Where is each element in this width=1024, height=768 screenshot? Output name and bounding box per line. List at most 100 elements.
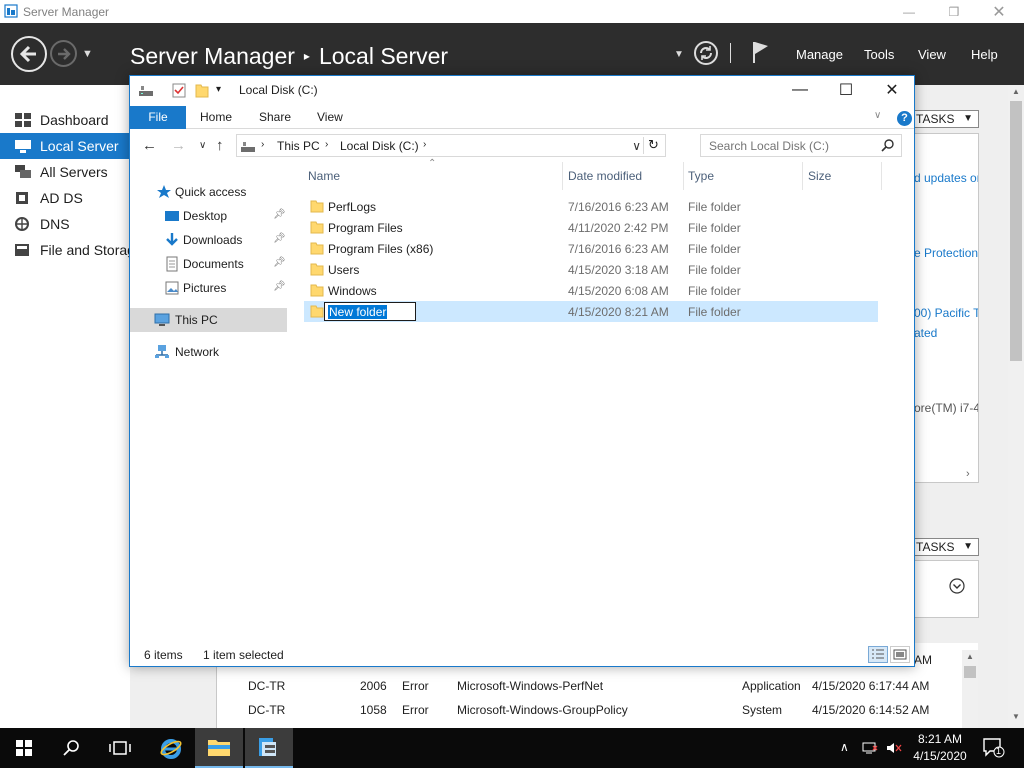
nav-item-local-server[interactable]: Local Server (0, 133, 130, 159)
tab-view[interactable]: View (303, 106, 357, 129)
table-row[interactable]: DC-TR 2006 Error Microsoft-Windows-PerfN… (217, 674, 957, 698)
nav-item-all-servers[interactable]: All Servers (0, 159, 130, 185)
tab-share[interactable]: Share (245, 106, 305, 129)
pin-icon[interactable]: 📌︎ (273, 209, 286, 220)
minimize-button[interactable]: — (886, 0, 932, 23)
rename-input[interactable]: New folder (324, 302, 416, 321)
address-segment-this-pc[interactable]: This PC (277, 139, 320, 153)
file-explorer-button[interactable] (195, 728, 243, 768)
large-icons-view-button[interactable] (890, 646, 910, 663)
tasks-dropdown-properties[interactable]: TASKS ▼ (913, 110, 979, 128)
menu-manage[interactable]: Manage (796, 47, 843, 62)
breadcrumb-root[interactable]: Server Manager (130, 43, 295, 69)
nav-pictures[interactable]: Pictures 📌︎ (130, 276, 287, 300)
breadcrumb-separator-icon[interactable]: › (261, 139, 264, 150)
tab-home[interactable]: Home (186, 106, 246, 129)
file-row-selected[interactable]: New folder 4/15/2020 8:21 AM File folder (304, 301, 878, 322)
column-header-type[interactable]: Type (684, 162, 803, 190)
property-value-protection[interactable]: e Protection: (914, 246, 978, 260)
property-value-activation[interactable]: ated (914, 326, 978, 340)
help-icon[interactable]: ? (897, 111, 912, 126)
server-manager-button[interactable] (245, 728, 293, 768)
tasks-dropdown-events[interactable]: TASKS ▼ (913, 538, 979, 556)
start-button[interactable] (0, 728, 48, 768)
property-value-timezone[interactable]: 00) Pacific Ti (914, 306, 978, 320)
file-row[interactable]: Users 4/15/2020 3:18 AM File folder (304, 259, 878, 280)
back-button[interactable] (11, 36, 47, 72)
file-row[interactable]: PerfLogs 7/16/2016 6:23 AM File folder (304, 196, 878, 217)
scroll-up-icon[interactable]: ▲ (966, 652, 974, 661)
nav-downloads[interactable]: Downloads 📌︎ (130, 228, 287, 252)
clock[interactable]: 8:21 AM 4/15/2020 (904, 731, 976, 765)
expand-circle-icon[interactable] (949, 578, 965, 594)
scroll-right-icon[interactable]: › (966, 468, 970, 480)
search-box[interactable] (700, 134, 902, 157)
navigation-pane-scrollbar[interactable] (287, 162, 304, 640)
scrollbar-thumb[interactable] (1010, 101, 1022, 361)
file-row[interactable]: Program Files (x86) 7/16/2016 6:23 AM Fi… (304, 238, 878, 259)
folder-icon (310, 242, 324, 255)
column-header-size[interactable]: Size (804, 162, 882, 190)
recent-locations-icon[interactable]: ∨ (199, 140, 206, 151)
address-dropdown-icon[interactable]: ∨ (632, 139, 641, 153)
property-value-updates[interactable]: d updates or (914, 171, 978, 185)
refresh-dropdown-icon[interactable]: ▼ (674, 49, 684, 60)
action-center-button[interactable]: 1 (983, 738, 1005, 761)
nav-quick-access[interactable]: Quick access (130, 180, 287, 204)
search-button[interactable] (48, 728, 96, 768)
nav-network[interactable]: Network (130, 340, 287, 364)
nav-documents[interactable]: Documents 📌︎ (130, 252, 287, 276)
network-tray-icon[interactable] (862, 741, 878, 755)
properties-checkmark-icon[interactable] (172, 82, 186, 98)
up-arrow-icon[interactable]: ↑ (216, 137, 224, 154)
file-row[interactable]: Program Files 4/11/2020 2:42 PM File fol… (304, 217, 878, 238)
nav-this-pc[interactable]: This PC (130, 308, 287, 332)
menu-view[interactable]: View (918, 47, 946, 62)
nav-item-file-storage[interactable]: File and Storage Services (0, 237, 130, 263)
new-folder-icon[interactable] (195, 82, 209, 98)
menu-tools[interactable]: Tools (864, 47, 894, 62)
tab-file[interactable]: File (130, 106, 186, 129)
customize-toolbar-icon[interactable]: ▾ (216, 84, 221, 95)
refresh-button[interactable] (694, 41, 718, 65)
explorer-minimize-button[interactable]: — (777, 76, 823, 104)
scrollbar-thumb[interactable] (964, 666, 976, 678)
notifications-flag-icon[interactable] (752, 40, 770, 64)
breadcrumb-separator-icon[interactable]: › (325, 139, 328, 150)
pin-icon[interactable]: 📌︎ (273, 257, 286, 268)
column-header-date[interactable]: Date modified (564, 162, 684, 190)
scroll-up-icon[interactable]: ▲ (1012, 87, 1020, 96)
forward-button[interactable] (50, 40, 77, 67)
refresh-icon[interactable]: ↻ (643, 137, 663, 154)
task-view-button[interactable] (96, 728, 144, 768)
scroll-down-icon[interactable]: ▼ (1012, 712, 1020, 721)
volume-muted-icon[interactable] (886, 741, 902, 755)
forward-arrow-icon[interactable]: → (171, 137, 186, 154)
nav-item-dashboard[interactable]: Dashboard (0, 107, 130, 133)
pin-icon[interactable]: 📌︎ (273, 281, 286, 292)
address-bar[interactable]: › This PC › Local Disk (C:) › ∨ ↻ (236, 134, 666, 157)
close-button[interactable]: ✕ (976, 0, 1022, 23)
nav-item-ad-ds[interactable]: AD DS (0, 185, 130, 211)
internet-explorer-button[interactable] (147, 728, 195, 768)
history-dropdown-icon[interactable]: ▼ (82, 48, 93, 60)
maximize-button[interactable]: ❒ (931, 0, 977, 23)
nav-desktop[interactable]: Desktop 📌︎ (130, 204, 287, 228)
server-manager-scrollbar[interactable]: ▲ ▼ (1008, 85, 1024, 728)
details-view-button[interactable] (868, 646, 888, 663)
back-arrow-icon[interactable]: ← (142, 137, 157, 154)
menu-help[interactable]: Help (971, 47, 998, 62)
explorer-close-button[interactable]: ✕ (869, 76, 915, 104)
explorer-maximize-button[interactable]: ☐ (823, 76, 869, 104)
expand-ribbon-icon[interactable]: ∨ (874, 110, 881, 121)
column-header-name[interactable]: Name (304, 162, 563, 190)
address-segment-local-disk[interactable]: Local Disk (C:) (340, 139, 419, 153)
table-row[interactable]: DC-TR 1058 Error Microsoft-Windows-Group… (217, 698, 957, 722)
events-scrollbar[interactable]: ▲ (962, 650, 978, 728)
nav-item-dns[interactable]: DNS (0, 211, 130, 237)
show-hidden-icons-icon[interactable]: ∧ (840, 740, 849, 754)
file-row[interactable]: Windows 4/15/2020 6:08 AM File folder (304, 280, 878, 301)
breadcrumb-separator-icon[interactable]: › (423, 139, 426, 150)
search-input[interactable] (701, 135, 877, 156)
pin-icon[interactable]: 📌︎ (273, 233, 286, 244)
